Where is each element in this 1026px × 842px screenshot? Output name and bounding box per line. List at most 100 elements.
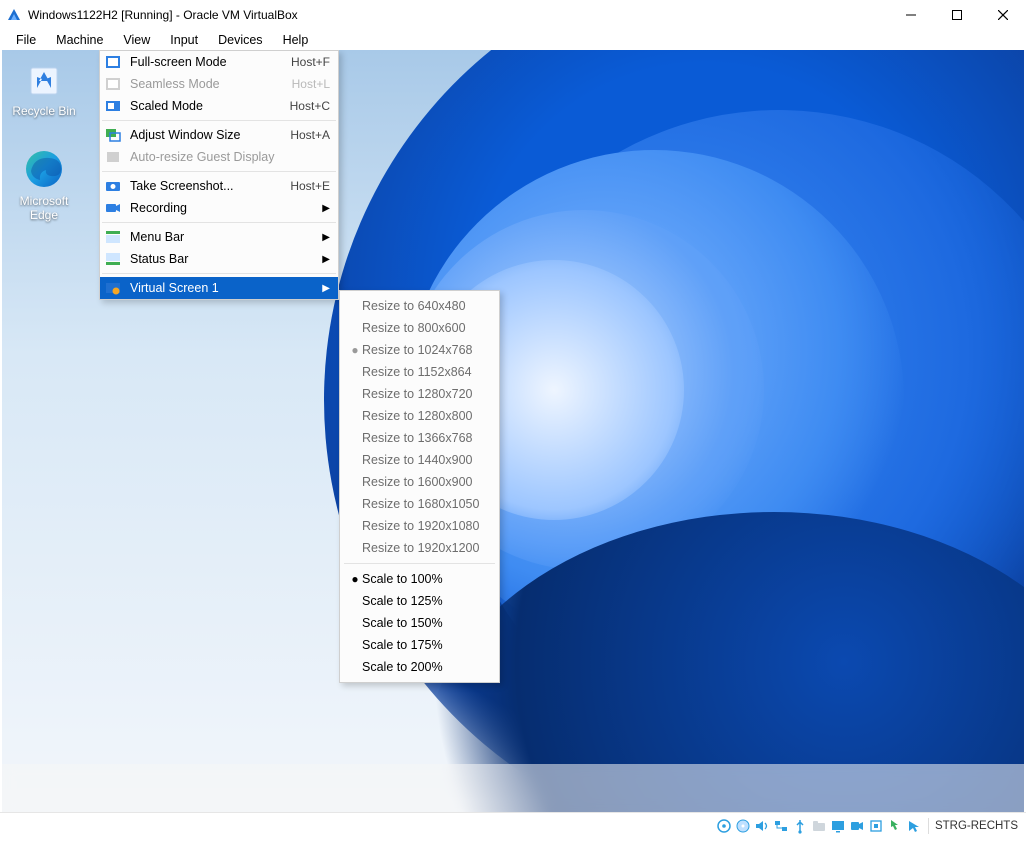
menu-item-status-bar[interactable]: Status Bar ▶ <box>100 248 338 270</box>
menu-item-accelerator: Host+F <box>279 55 330 69</box>
submenu-item-label: Scale to 175% <box>362 638 489 652</box>
submenu-item-resize[interactable]: Resize to 1280x720 <box>340 383 499 405</box>
menu-separator <box>102 120 336 121</box>
submenu-item-label: Resize to 1280x720 <box>362 387 489 401</box>
window-title: Windows1122H2 [Running] - Oracle VM Virt… <box>28 8 298 22</box>
close-button[interactable] <box>980 0 1026 30</box>
menu-machine[interactable]: Machine <box>46 31 113 49</box>
submenu-item-scale[interactable]: Scale to 125% <box>340 590 499 612</box>
statusbar-icon <box>104 250 122 268</box>
menubar-icon <box>104 228 122 246</box>
menu-item-label: Auto-resize Guest Display <box>130 150 330 164</box>
desktop-icon-label: Recycle Bin <box>6 104 82 118</box>
menubar: File Machine View Input Devices Help <box>0 30 1026 50</box>
menu-devices[interactable]: Devices <box>208 31 272 49</box>
submenu-item-resize[interactable]: Resize to 1680x1050 <box>340 493 499 515</box>
menu-item-label: Menu Bar <box>130 230 320 244</box>
submenu-item-resize[interactable]: Resize to 1920x1080 <box>340 515 499 537</box>
adjust-size-icon <box>104 126 122 144</box>
desktop-icon-microsoft-edge[interactable]: Microsoft Edge <box>6 148 82 222</box>
desktop-icon-label: Edge <box>6 208 82 222</box>
radio-indicator: ● <box>348 343 362 357</box>
menu-input[interactable]: Input <box>160 31 208 49</box>
statusbar-usb-icon[interactable] <box>792 818 808 834</box>
submenu-item-label: Resize to 1600x900 <box>362 475 489 489</box>
submenu-item-label: Resize to 800x600 <box>362 321 489 335</box>
menu-item-label: Status Bar <box>130 252 320 266</box>
statusbar-optical-icon[interactable] <box>735 818 751 834</box>
submenu-item-scale[interactable]: Scale to 175% <box>340 634 499 656</box>
submenu-item-resize[interactable]: Resize to 1366x768 <box>340 427 499 449</box>
submenu-item-resize[interactable]: Resize to 1920x1200 <box>340 537 499 559</box>
statusbar-recording-icon[interactable] <box>849 818 865 834</box>
statusbar-separator <box>928 818 929 834</box>
submenu-arrow-icon: ▶ <box>320 232 330 243</box>
menu-item-label: Adjust Window Size <box>130 128 278 142</box>
menu-item-accelerator: Host+L <box>280 77 330 91</box>
menu-item-seamless-mode: Seamless Mode Host+L <box>100 73 338 95</box>
submenu-item-resize[interactable]: Resize to 1600x900 <box>340 471 499 493</box>
recording-icon <box>104 199 122 217</box>
submenu-item-resize[interactable]: Resize to 1440x900 <box>340 449 499 471</box>
menu-file[interactable]: File <box>6 31 46 49</box>
submenu-item-label: Scale to 125% <box>362 594 489 608</box>
submenu-item-scale[interactable]: Scale to 200% <box>340 656 499 678</box>
menu-item-virtual-screen-1[interactable]: Virtual Screen 1 ▶ <box>100 277 338 299</box>
menu-item-auto-resize-guest-display: Auto-resize Guest Display <box>100 146 338 168</box>
submenu-item-label: Scale to 200% <box>362 660 489 674</box>
statusbar-cpu-icon[interactable] <box>868 818 884 834</box>
menu-item-label: Take Screenshot... <box>130 179 278 193</box>
submenu-item-scale[interactable]: Scale to 150% <box>340 612 499 634</box>
statusbar-keyboard-captured-icon[interactable] <box>906 818 922 834</box>
edge-icon <box>23 148 65 190</box>
statusbar-audio-icon[interactable] <box>754 818 770 834</box>
menu-item-menu-bar[interactable]: Menu Bar ▶ <box>100 226 338 248</box>
submenu-item-label: Resize to 640x480 <box>362 299 489 313</box>
submenu-item-scale[interactable]: ●Scale to 100% <box>340 568 499 590</box>
menu-item-label: Seamless Mode <box>130 77 280 91</box>
submenu-item-resize[interactable]: ●Resize to 1024x768 <box>340 339 499 361</box>
seamless-icon <box>104 75 122 93</box>
virtual-screen-submenu: Resize to 640x480 Resize to 800x600 ●Res… <box>339 290 500 683</box>
menu-help[interactable]: Help <box>273 31 319 49</box>
statusbar-network-icon[interactable] <box>773 818 789 834</box>
statusbar-host-key[interactable]: STRG-RECHTS <box>935 820 1018 832</box>
virtualbox-app-icon <box>6 7 22 23</box>
maximize-button[interactable] <box>934 0 980 30</box>
autoresize-icon <box>104 148 122 166</box>
view-dropdown-menu: Full-screen Mode Host+F Seamless Mode Ho… <box>99 50 339 300</box>
desktop-icon-label: Microsoft <box>6 194 82 208</box>
statusbar-mouse-integration-icon[interactable] <box>887 818 903 834</box>
statusbar-display-icon[interactable] <box>830 818 846 834</box>
statusbar-harddisk-icon[interactable] <box>716 818 732 834</box>
menu-item-recording[interactable]: Recording ▶ <box>100 197 338 219</box>
titlebar: Windows1122H2 [Running] - Oracle VM Virt… <box>0 0 1026 30</box>
menu-item-accelerator: Host+A <box>278 128 330 142</box>
submenu-item-label: Scale to 100% <box>362 572 489 586</box>
submenu-item-resize[interactable]: Resize to 1152x864 <box>340 361 499 383</box>
submenu-item-label: Resize to 1920x1200 <box>362 541 489 555</box>
recycle-bin-icon <box>23 58 65 100</box>
desktop-icon-recycle-bin[interactable]: Recycle Bin <box>6 58 82 118</box>
menu-item-adjust-window-size[interactable]: Adjust Window Size Host+A <box>100 124 338 146</box>
menu-item-label: Recording <box>130 201 320 215</box>
menu-view[interactable]: View <box>113 31 160 49</box>
menu-item-accelerator: Host+C <box>278 99 330 113</box>
submenu-item-label: Resize to 1440x900 <box>362 453 489 467</box>
menu-item-label: Scaled Mode <box>130 99 278 113</box>
statusbar-shared-folders-icon[interactable] <box>811 818 827 834</box>
fullscreen-icon <box>104 53 122 71</box>
menu-item-accelerator: Host+E <box>278 179 330 193</box>
minimize-button[interactable] <box>888 0 934 30</box>
submenu-arrow-icon: ▶ <box>320 254 330 265</box>
guest-display[interactable]: Recycle Bin Microsoft Edge Full-screen M… <box>2 50 1024 812</box>
menu-item-scaled-mode[interactable]: Scaled Mode Host+C <box>100 95 338 117</box>
guest-taskbar[interactable] <box>2 764 1024 812</box>
submenu-item-resize[interactable]: Resize to 800x600 <box>340 317 499 339</box>
submenu-item-resize[interactable]: Resize to 1280x800 <box>340 405 499 427</box>
submenu-item-resize[interactable]: Resize to 640x480 <box>340 295 499 317</box>
menu-item-fullscreen-mode[interactable]: Full-screen Mode Host+F <box>100 51 338 73</box>
submenu-arrow-icon: ▶ <box>320 283 330 294</box>
menu-separator <box>102 273 336 274</box>
menu-item-take-screenshot[interactable]: Take Screenshot... Host+E <box>100 175 338 197</box>
